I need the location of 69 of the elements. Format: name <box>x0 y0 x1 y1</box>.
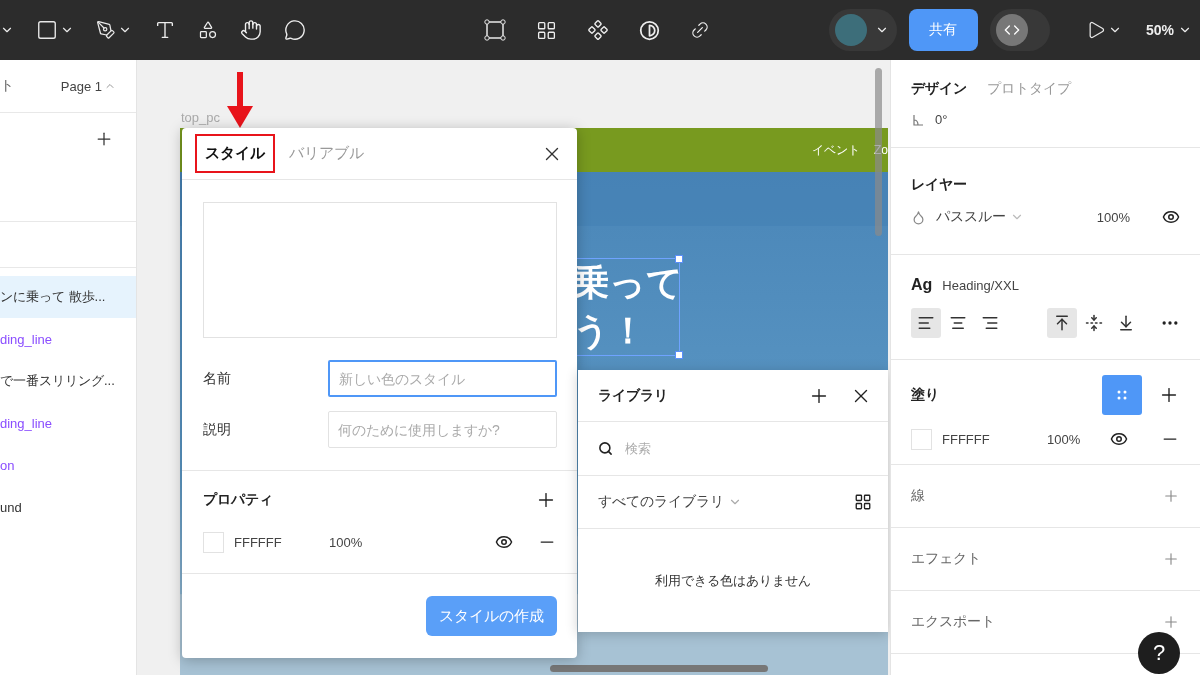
rectangle-tool[interactable] <box>36 19 74 41</box>
section-title: エクスポート <box>911 613 996 631</box>
text-style-name[interactable]: Heading/XXL <box>942 277 1019 293</box>
align-button[interactable] <box>1047 308 1077 338</box>
code-icon <box>1003 22 1020 38</box>
align-right-icon <box>981 314 999 332</box>
drop-icon <box>911 209 926 225</box>
empty-message: 利用できる色はありません <box>655 571 811 590</box>
grid-icon[interactable] <box>536 19 558 41</box>
section-title: 塗り <box>911 385 940 404</box>
rotation-value[interactable]: 0° <box>935 112 948 127</box>
eye-icon[interactable] <box>495 533 513 551</box>
help-button[interactable]: ? <box>1138 632 1180 674</box>
hero-heading: う！ <box>572 309 647 353</box>
eye-icon[interactable] <box>1110 430 1128 448</box>
panel-tab[interactable]: デザイン <box>911 80 967 98</box>
input-field[interactable]: 新しい色のスタイル <box>328 360 557 397</box>
section-title: エフェクト <box>911 550 982 568</box>
pen-tool[interactable] <box>96 20 132 40</box>
opacity-value: 100% <box>329 534 364 550</box>
align-middle-icon <box>1085 314 1103 332</box>
zoom-menu[interactable]: 50% <box>1145 22 1192 38</box>
panel-title: ライブラリ <box>598 386 669 405</box>
style-button[interactable] <box>1102 374 1142 415</box>
library-filter[interactable]: すべてのライブラリ <box>598 493 842 511</box>
hex-value: FFFFFF <box>233 534 283 550</box>
shapes-icon[interactable] <box>198 20 218 40</box>
color-swatch[interactable] <box>911 428 932 450</box>
contrast-icon[interactable] <box>639 19 661 41</box>
blend-mode-select[interactable]: パススルー <box>936 208 1087 226</box>
opacity-value[interactable]: 100% <box>1096 209 1130 225</box>
text-tool-icon[interactable] <box>154 19 176 41</box>
align-top-icon <box>1053 314 1071 332</box>
frame-selection-icon[interactable] <box>484 19 507 41</box>
layer-item[interactable]: で一番スリリング... <box>0 360 136 402</box>
color-swatch[interactable] <box>203 531 224 553</box>
text-style-icon: Ag <box>911 276 933 294</box>
opacity-value[interactable]: 100% <box>1047 431 1100 447</box>
search-field[interactable]: 検索 <box>625 436 685 461</box>
align-bottom-icon <box>1117 314 1135 332</box>
grid-view-icon[interactable] <box>854 493 872 511</box>
scrollbar[interactable] <box>550 665 768 672</box>
align-left-icon <box>917 314 935 332</box>
code-toggle[interactable] <box>989 9 1050 51</box>
dialog-tab[interactable]: スタイル <box>195 134 275 173</box>
layer-item[interactable]: ンに乗って 散歩... <box>0 276 136 318</box>
comment-icon[interactable] <box>284 19 306 41</box>
dots-icon <box>1116 388 1128 401</box>
search-icon <box>598 441 613 456</box>
field-label: 説明 <box>203 420 232 439</box>
panel-tab[interactable]: ト <box>0 77 14 95</box>
eye-icon[interactable] <box>1162 208 1180 226</box>
section-title: レイヤー <box>911 176 968 194</box>
field-label: 名前 <box>203 369 232 388</box>
angle-icon <box>911 112 925 127</box>
page-selector[interactable]: Page 1 <box>60 78 116 94</box>
section-title: プロパティ <box>203 491 273 509</box>
hex-value[interactable]: FFFFFF <box>942 431 1037 447</box>
pointer-arrow <box>227 72 253 130</box>
component-icon[interactable] <box>587 19 610 41</box>
layer-item[interactable]: und <box>0 486 136 528</box>
align-button[interactable] <box>911 308 941 338</box>
align-center-icon <box>949 314 967 332</box>
frame-label: top_pc <box>181 110 221 125</box>
layer-item[interactable]: on <box>0 444 136 486</box>
layer-item[interactable]: ding_line <box>0 318 136 360</box>
layer-item[interactable]: ding_line <box>0 402 136 444</box>
section-title: 線 <box>911 487 926 505</box>
hand-icon[interactable] <box>240 19 262 41</box>
